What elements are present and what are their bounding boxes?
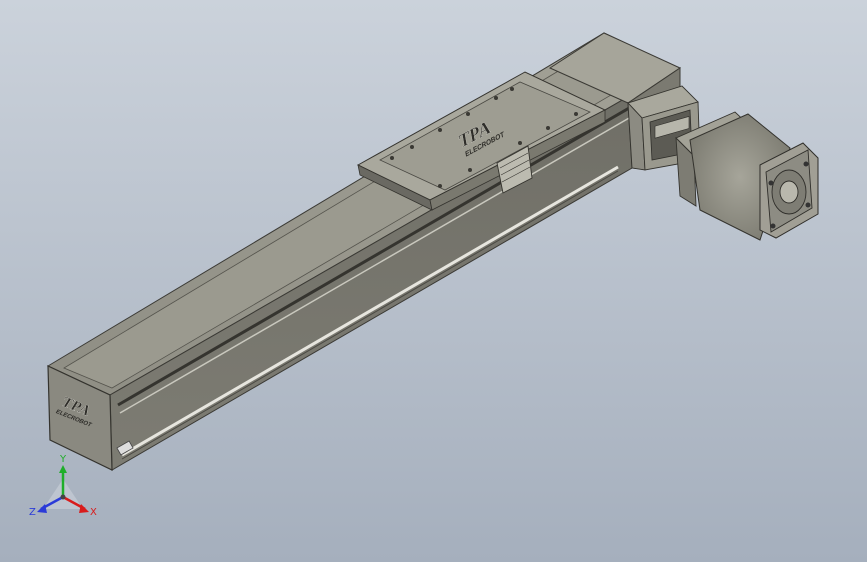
y-axis-label: Y xyxy=(59,454,67,465)
graphics-viewport[interactable]: TPA ELECROBOT TPA ELECROBOT Y X Z xyxy=(0,0,867,562)
z-axis-label: Z xyxy=(29,507,36,518)
motor-shaft xyxy=(779,180,799,204)
x-axis-label: X xyxy=(90,507,97,518)
cad-scene[interactable]: TPA ELECROBOT TPA ELECROBOT Y X Z xyxy=(0,0,867,562)
motor-bolt-hole xyxy=(805,202,811,208)
motor-bolt-hole xyxy=(768,180,774,186)
motor-bolt-hole xyxy=(770,223,776,229)
motor-bolt-hole xyxy=(803,161,809,167)
